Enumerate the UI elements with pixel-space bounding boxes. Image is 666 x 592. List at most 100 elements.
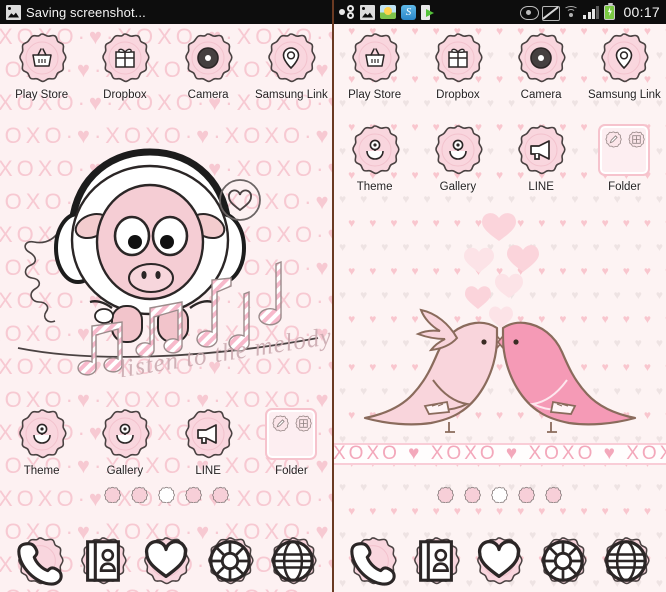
app-play-store[interactable]: Play Store	[333, 32, 416, 101]
page-dot[interactable]	[158, 486, 175, 504]
basket-glyph	[16, 32, 68, 84]
page-dot[interactable]	[212, 486, 229, 504]
edit-pencil-icon	[605, 131, 623, 148]
app-folder[interactable]: Folder	[583, 124, 666, 193]
app-samsung-link[interactable]: Samsung Link	[583, 32, 666, 101]
screenshot-icon	[360, 4, 375, 20]
add-plus-icon	[295, 415, 313, 432]
app-theme[interactable]: Theme	[333, 124, 416, 193]
phone-icon[interactable]	[348, 536, 398, 586]
app-theme[interactable]: Theme	[0, 408, 83, 477]
app-dropbox[interactable]: Dropbox	[83, 32, 166, 101]
right-page-indicator[interactable]	[333, 486, 666, 504]
megaphone-icon	[182, 408, 234, 460]
basket-glyph	[349, 32, 401, 84]
app-camera[interactable]: Camera	[167, 32, 250, 101]
app-gallery[interactable]: Gallery	[416, 124, 499, 193]
file-transfer-icon	[421, 4, 435, 20]
shopping-basket-icon	[349, 32, 401, 84]
left-page-indicator[interactable]	[0, 486, 333, 504]
apps-circle-icon[interactable]	[205, 536, 255, 586]
location-pin-icon	[265, 32, 317, 84]
pin-glyph	[265, 32, 317, 84]
heart-icon[interactable]	[141, 536, 191, 586]
weather-sun-icon	[380, 5, 396, 19]
signal-bars-icon	[583, 5, 600, 19]
app-label: Samsung Link	[254, 89, 328, 101]
status-message: Saving screenshot...	[26, 4, 146, 20]
app-gallery[interactable]: Gallery	[83, 408, 166, 477]
phone-glyph	[15, 536, 65, 586]
page-dot[interactable]	[104, 486, 121, 504]
left-dock	[0, 536, 333, 586]
globe-glyph	[601, 536, 651, 586]
camera-aperture-icon	[182, 32, 234, 84]
share-nodes-icon	[339, 5, 355, 19]
globe-glyph	[268, 536, 318, 586]
left-app-row-1: Play Store Dropbox Camera Samsung Link	[0, 32, 333, 101]
contacts-glyph	[78, 536, 128, 586]
heart-glyph	[474, 536, 524, 586]
love-birds-widget[interactable]	[333, 210, 666, 460]
left-app-row-2: Theme Gallery LINE Folder	[0, 408, 333, 477]
contacts-book-icon[interactable]	[411, 536, 461, 586]
app-label: Play Store	[15, 89, 69, 101]
location-pin-icon	[598, 32, 650, 84]
contacts-book-icon[interactable]	[78, 536, 128, 586]
flower-pot-icon	[349, 124, 401, 176]
app-line[interactable]: LINE	[500, 124, 583, 193]
app-label: Dropbox	[103, 89, 147, 101]
heart-glyph	[141, 536, 191, 586]
page-dot[interactable]	[131, 486, 148, 504]
xoxo-band-text: XOXO ♥ XOXO ♥ XOXO ♥ XOXO ♥ XOXO ♥ XOXO …	[333, 443, 666, 464]
page-dot[interactable]	[518, 486, 535, 504]
apps-glyph	[538, 536, 588, 586]
heart-icon[interactable]	[474, 536, 524, 586]
phone-glyph	[348, 536, 398, 586]
smart-stay-eye-icon	[520, 6, 540, 20]
left-status-bar: Saving screenshot...	[0, 0, 333, 24]
aperture-glyph	[515, 32, 567, 84]
app-camera[interactable]: Camera	[500, 32, 583, 101]
right-dock	[333, 536, 666, 586]
flower-glyph	[349, 124, 401, 176]
app-line[interactable]: LINE	[167, 408, 250, 477]
screenshot-icon	[6, 4, 21, 20]
page-dot[interactable]	[491, 486, 508, 504]
page-dot[interactable]	[545, 486, 562, 504]
app-label: Samsung Link	[587, 89, 661, 101]
app-samsung-link[interactable]: Samsung Link	[250, 32, 333, 101]
app-play-store[interactable]: Play Store	[0, 32, 83, 101]
apps-circle-icon[interactable]	[538, 536, 588, 586]
gift-box-glyph	[99, 32, 151, 84]
page-dot[interactable]	[464, 486, 481, 504]
folder-icon	[265, 408, 318, 460]
wallpaper-heart-row: ♥♥♥♥♥♥♥♥♥♥♥♥♥♥♥♥♥♥♥♥♥♥	[333, 504, 666, 518]
page-dot[interactable]	[437, 486, 454, 504]
flower-pot-icon	[432, 124, 484, 176]
app-dropbox[interactable]: Dropbox	[416, 32, 499, 101]
app-label: LINE	[528, 181, 554, 193]
page-dot[interactable]	[185, 486, 202, 504]
app-label: Folder	[275, 465, 308, 477]
xoxo-band: XOXO ♥ XOXO ♥ XOXO ♥ XOXO ♥ XOXO ♥ XOXO …	[333, 443, 666, 465]
app-label: Theme	[23, 465, 60, 477]
wallpaper-heart-row: ♥♥♥♥♥♥♥♥♥♥♥♥♥♥♥♥♥♥♥♥♥♥	[339, 192, 666, 206]
camera-aperture-icon	[515, 32, 567, 84]
panel-divider	[332, 0, 334, 592]
battery-charging-icon	[604, 2, 616, 20]
flower-pot-icon	[16, 408, 68, 460]
flower-pot-icon	[99, 408, 151, 460]
wallpaper-xoxo-row: XOXO·♥·XOXO·♥·XOXO·♥·XOXO·♥·XOXO·♥·XOXO	[0, 585, 333, 592]
clock: 00:17	[623, 4, 660, 20]
app-label: Play Store	[348, 89, 402, 101]
app-folder[interactable]: Folder	[250, 408, 333, 477]
globe-icon[interactable]	[601, 536, 651, 586]
globe-icon[interactable]	[268, 536, 318, 586]
flower-glyph	[99, 408, 151, 460]
phone-icon[interactable]	[15, 536, 65, 586]
megaphone-glyph	[182, 408, 234, 460]
flower-glyph	[16, 408, 68, 460]
left-home-screen: Saving screenshot... XOXO·♥·XOXO·♥·XOXO·…	[0, 0, 333, 592]
app-label: Gallery	[106, 465, 144, 477]
